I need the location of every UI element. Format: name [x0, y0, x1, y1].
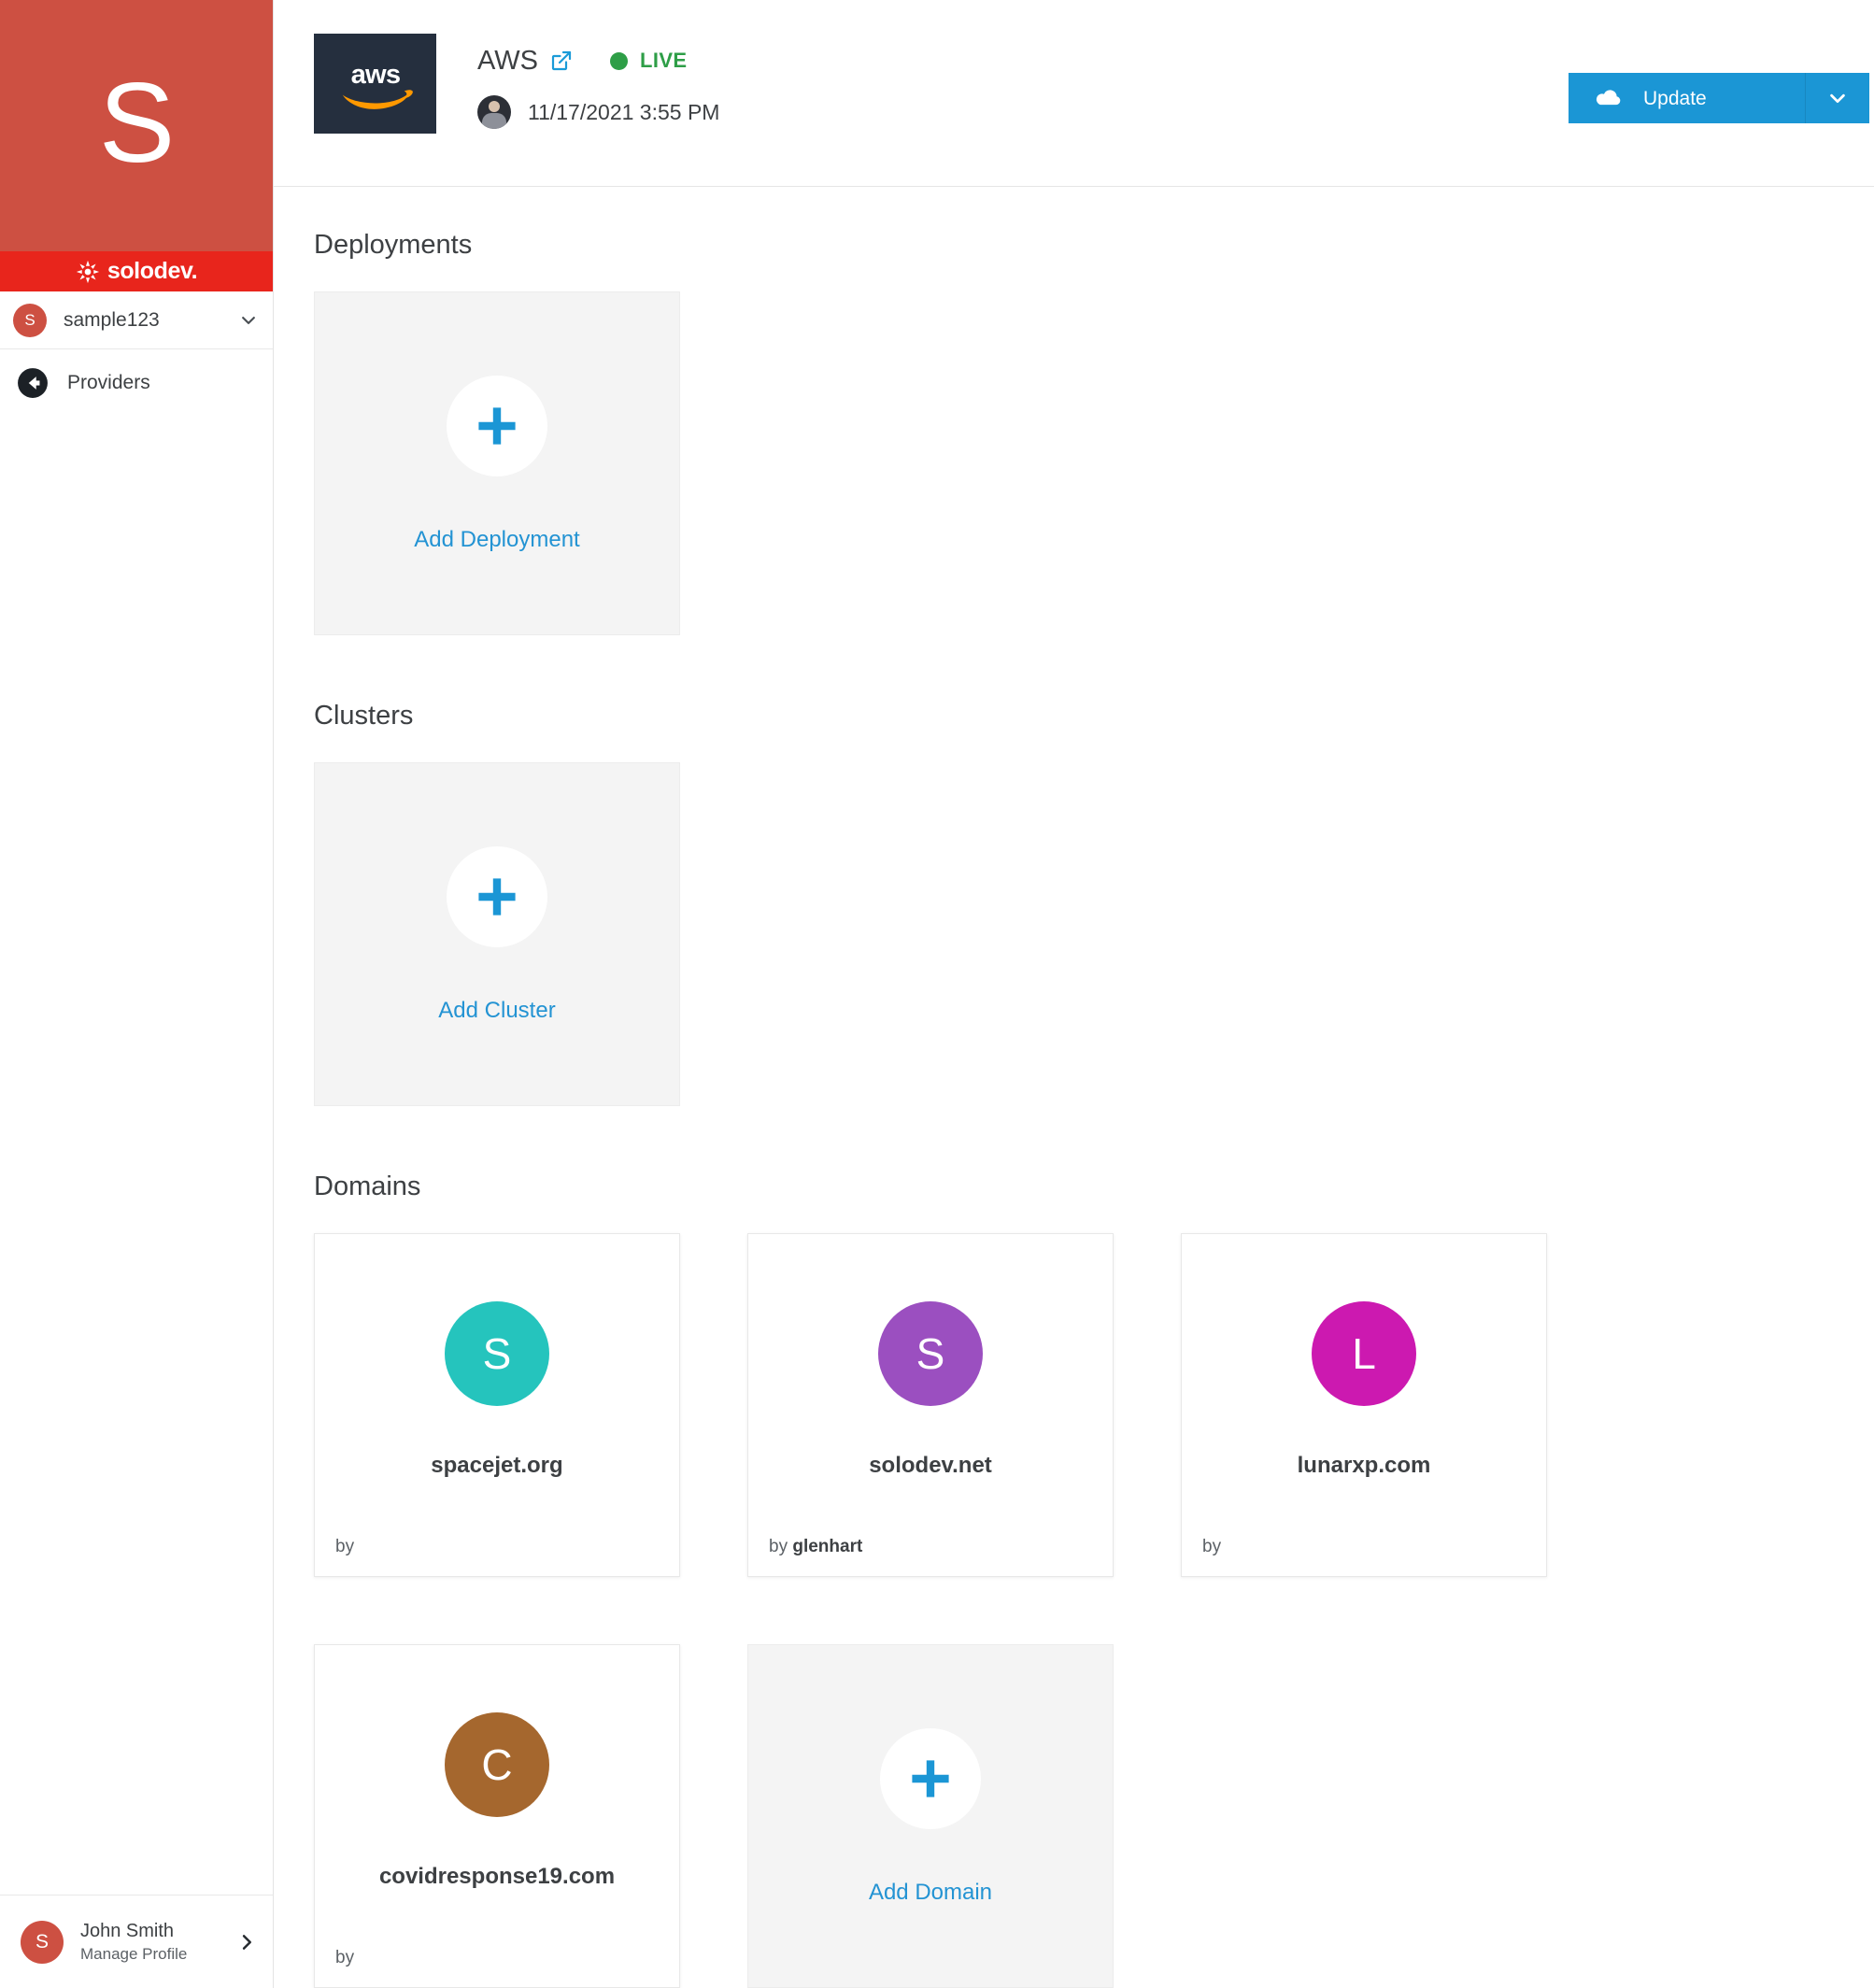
deployments-title: Deployments [314, 230, 473, 260]
domains-title: Domains [314, 1172, 421, 1201]
main-area: aws AWS LIVE 11/17/2021 3:55 PM Update D… [274, 0, 1874, 1988]
clusters-section: Clusters Add Cluster [314, 703, 1874, 1173]
chevron-down-icon [1830, 93, 1845, 104]
domain-avatar: S [878, 1301, 983, 1406]
account-switcher[interactable]: S sample123 [0, 291, 273, 349]
domain-name: spacejet.org [431, 1453, 563, 1478]
plus-icon-wrap [880, 1728, 981, 1829]
page-title: AWS [477, 45, 538, 76]
plus-icon [478, 407, 516, 445]
clusters-grid: Add Cluster [314, 762, 1874, 1173]
update-button[interactable]: Update [1569, 73, 1869, 123]
deployments-section: Deployments Add Deployment [314, 232, 1874, 703]
account-name: sample123 [64, 308, 160, 331]
provider-title-row: AWS LIVE [477, 43, 719, 78]
status-label: LIVE [639, 49, 688, 72]
update-button-label: Update [1643, 87, 1707, 109]
aws-logo-icon: aws [342, 60, 413, 109]
content-area: Deployments Add Deployment Clusters Add … [274, 187, 1874, 1988]
add-domain-label: Add Domain [868, 1880, 993, 1905]
add-deployment-label: Add Deployment [414, 527, 580, 552]
arrow-left-circle-icon [18, 368, 48, 398]
domains-section: Domains Sspacejet.org by Ssolodev.net by gl… [314, 1173, 1874, 1988]
domain-card[interactable]: Sspacejet.org by [314, 1233, 680, 1577]
domain-card[interactable]: Ccovidresponse19.com by [314, 1644, 680, 1988]
clusters-title: Clusters [314, 701, 414, 731]
provider-info: AWS LIVE 11/17/2021 3:55 PM [477, 34, 719, 129]
domain-card[interactable]: Llunarxp.com by [1181, 1233, 1547, 1577]
brand-name: solodev. [106, 258, 198, 284]
brand-hero-initial: S [98, 58, 175, 186]
svg-text:aws: aws [350, 60, 400, 90]
status-dot-icon [609, 51, 628, 70]
domain-author: by [1202, 1537, 1222, 1556]
profile-subtitle: Manage Profile [80, 1944, 188, 1963]
sidebar-item-providers[interactable]: Providers [0, 349, 273, 417]
add-deployment-card[interactable]: Add Deployment [314, 291, 680, 635]
timestamp: 11/17/2021 3:55 PM [528, 99, 720, 124]
update-button-main[interactable]: Update [1569, 73, 1806, 123]
provider-meta-row: 11/17/2021 3:55 PM [477, 95, 719, 129]
plus-icon-wrap [447, 376, 547, 476]
plus-icon [912, 1760, 949, 1797]
domain-avatar: S [445, 1301, 549, 1406]
aws-logo: aws [314, 34, 436, 134]
external-link-icon[interactable] [550, 50, 573, 72]
domain-author: by glenhart [769, 1537, 863, 1556]
domain-author: by [335, 1537, 355, 1556]
domain-name: lunarxp.com [1297, 1453, 1431, 1478]
domain-name: covidresponse19.com [378, 1864, 616, 1889]
domains-grid: Sspacejet.org by Ssolodev.net by glenhart Ll… [314, 1233, 1874, 1988]
domain-avatar: C [445, 1712, 549, 1817]
add-cluster-card[interactable]: Add Cluster [314, 762, 680, 1106]
sidebar-item-label: Providers [67, 372, 150, 393]
avatar [477, 95, 511, 129]
deployments-grid: Add Deployment [314, 291, 1874, 703]
user-profile-row[interactable]: S John Smith Manage Profile [0, 1895, 273, 1988]
profile-avatar: S [21, 1920, 64, 1964]
add-domain-card[interactable]: Add Domain [747, 1644, 1114, 1988]
cloud-icon [1596, 90, 1621, 106]
profile-name: John Smith [80, 1920, 175, 1941]
update-button-dropdown[interactable] [1806, 73, 1869, 123]
chevron-down-icon [242, 316, 255, 324]
domain-author: by [335, 1948, 355, 1967]
account-avatar: S [13, 303, 47, 337]
status-badge: LIVE [609, 49, 688, 72]
sidebar: S solodev. S sample123 Providers S John … [0, 0, 274, 1988]
add-cluster-label: Add Cluster [438, 998, 556, 1023]
plus-icon [478, 878, 516, 916]
solodev-flower-icon [76, 260, 99, 283]
domain-avatar: L [1312, 1301, 1416, 1406]
domain-name: solodev.net [869, 1453, 992, 1478]
profile-text: John Smith Manage Profile [80, 1919, 237, 1966]
plus-icon-wrap [447, 846, 547, 947]
brand-bar: solodev. [0, 251, 273, 291]
brand-hero: S [0, 0, 273, 251]
app-root: S solodev. S sample123 Providers S John … [0, 0, 1874, 1988]
chevron-right-icon [242, 1934, 251, 1950]
domain-card[interactable]: Ssolodev.net by glenhart [747, 1233, 1114, 1577]
provider-header: aws AWS LIVE 11/17/2021 3:55 PM Update [274, 0, 1874, 187]
